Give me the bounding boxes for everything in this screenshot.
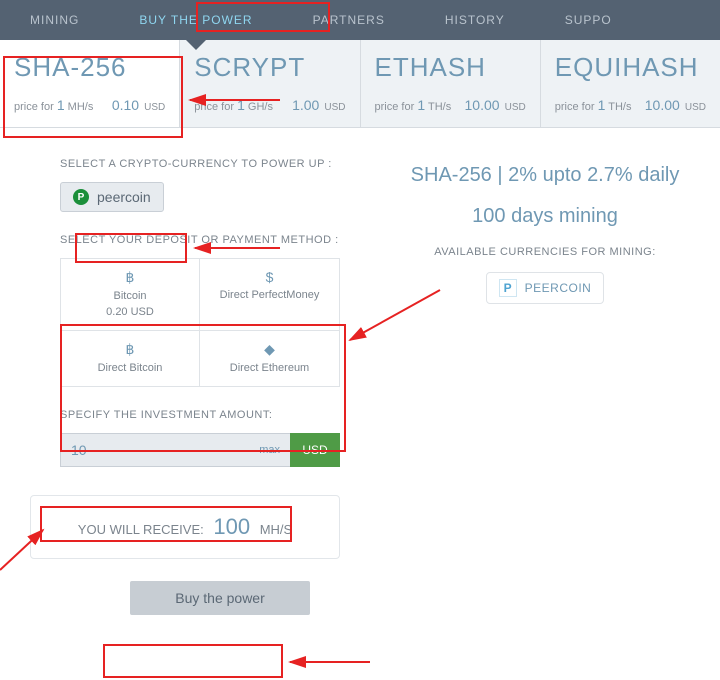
algo-price: 10.00 USD: [645, 97, 706, 113]
content: SELECT A CRYPTO-CURRENCY TO POWER UP : P…: [0, 128, 720, 615]
algo-unit-label: price for 1 TH/s: [375, 97, 452, 113]
nav-tab-support[interactable]: SUPPO: [535, 0, 642, 40]
dollar-icon: $: [210, 269, 329, 285]
nav-tab-buy-the-power[interactable]: BUY THE POWER: [109, 0, 282, 40]
ethereum-icon: ◆: [210, 341, 329, 358]
algo-unit-label: price for 1 TH/s: [555, 97, 632, 113]
algo-price: 1.00 USD: [292, 97, 345, 113]
algo-row: SHA-256 price for 1 MH/s 0.10 USD SCRYPT…: [0, 40, 720, 128]
payment-perfectmoney[interactable]: $ Direct PerfectMoney: [200, 259, 339, 331]
amount-max-button[interactable]: max: [259, 444, 280, 456]
bitcoin-icon: ฿: [71, 269, 189, 286]
annotation-box: [103, 644, 283, 678]
payment-name: Direct PerfectMoney: [210, 289, 329, 301]
peercoin-square-icon: P: [499, 279, 517, 297]
crypto-select-name: peercoin: [97, 189, 151, 205]
algo-title: SHA-256: [14, 52, 165, 83]
algo-unit-label: price for 1 GH/s: [194, 97, 273, 113]
nav-tab-mining[interactable]: MINING: [0, 0, 109, 40]
label-select-crypto: SELECT A CRYPTO-CURRENCY TO POWER UP :: [60, 158, 380, 170]
available-coin-name: PEERCOIN: [525, 281, 592, 295]
amount-input-value: 10: [71, 442, 87, 458]
payment-direct-ethereum[interactable]: ◆ Direct Ethereum: [200, 331, 339, 386]
nav-tab-partners[interactable]: PARTNERS: [283, 0, 415, 40]
nav-tab-history[interactable]: HISTORY: [415, 0, 535, 40]
payment-name: Bitcoin: [71, 290, 189, 302]
algo-card-scrypt[interactable]: SCRYPT price for 1 GH/s 1.00 USD: [180, 40, 360, 127]
algo-price: 0.10 USD: [112, 97, 165, 113]
right-avail-label: AVAILABLE CURRENCIES FOR MINING:: [390, 246, 700, 258]
top-nav: MINING BUY THE POWER PARTNERS HISTORY SU…: [0, 0, 720, 40]
amount-row: 10 max USD: [60, 433, 340, 467]
right-headline: SHA-256 | 2% upto 2.7% daily: [390, 164, 700, 187]
payment-name: Direct Bitcoin: [71, 362, 189, 374]
payment-bitcoin[interactable]: ฿ Bitcoin 0.20 USD: [61, 259, 200, 331]
payment-direct-bitcoin[interactable]: ฿ Direct Bitcoin: [61, 331, 200, 386]
receive-value: 100: [213, 514, 250, 539]
payment-grid: ฿ Bitcoin 0.20 USD $ Direct PerfectMoney…: [60, 258, 340, 387]
algo-card-ethash[interactable]: ETHASH price for 1 TH/s 10.00 USD: [361, 40, 541, 127]
algo-card-equihash[interactable]: EQUIHASH price for 1 TH/s 10.00 USD: [541, 40, 720, 127]
algo-title: ETHASH: [375, 52, 526, 83]
label-select-payment: SELECT YOUR DEPOSIT OR PAYMENT METHOD :: [60, 234, 380, 246]
algo-title: SCRYPT: [194, 52, 345, 83]
algo-title: EQUIHASH: [555, 52, 706, 83]
right-subhead: 100 days mining: [390, 205, 700, 228]
algo-unit-label: price for 1 MH/s: [14, 97, 93, 113]
available-coin-peercoin[interactable]: P PEERCOIN: [486, 272, 605, 304]
algo-card-sha256[interactable]: SHA-256 price for 1 MH/s 0.10 USD: [0, 40, 180, 127]
algo-price: 10.00 USD: [465, 97, 526, 113]
label-specify-amount: SPECIFY THE INVESTMENT AMOUNT:: [60, 409, 380, 421]
bitcoin-icon: ฿: [71, 341, 189, 358]
receive-unit: MH/S: [260, 522, 293, 537]
receive-box: YOU WILL RECEIVE: 100 MH/S: [30, 495, 340, 559]
payment-name: Direct Ethereum: [210, 362, 329, 374]
crypto-select[interactable]: P peercoin: [60, 182, 164, 212]
peercoin-icon: P: [73, 189, 89, 205]
payment-sub: 0.20 USD: [71, 306, 189, 318]
receive-label: YOU WILL RECEIVE:: [78, 522, 204, 537]
buy-the-power-button[interactable]: Buy the power: [130, 581, 310, 615]
amount-input[interactable]: 10 max: [60, 433, 290, 467]
amount-unit: USD: [290, 433, 340, 467]
